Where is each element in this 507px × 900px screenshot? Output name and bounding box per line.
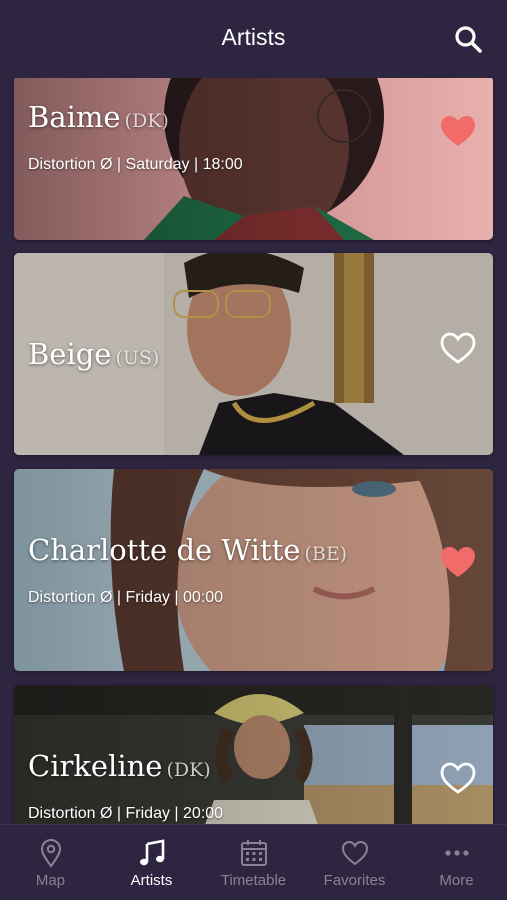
tab-label: Timetable	[220, 872, 287, 889]
artist-schedule: Distortion Ø | Friday | 00:00	[28, 589, 224, 606]
tab-label: Artists	[130, 872, 173, 889]
tab-label: Map	[35, 872, 66, 889]
tab-favorites[interactable]: Favorites	[304, 825, 405, 900]
page-title: Artists	[221, 24, 286, 50]
tab-timetable[interactable]: Timetable	[203, 825, 304, 900]
artist-country: (DK)	[166, 759, 211, 781]
artist-card-baime[interactable]: Baime (DK) Distortion Ø | Saturday | 18:0…	[14, 78, 493, 240]
tab-label: More	[439, 872, 474, 889]
artist-name: Beige (US)	[28, 337, 160, 371]
music-note-icon	[139, 839, 164, 866]
artist-country: (BE)	[304, 543, 348, 565]
artist-card-cirkeline[interactable]: Cirkeline (DK) Distortion Ø | Friday | 20…	[14, 685, 493, 824]
artist-card-beige[interactable]: Beige (US)	[14, 253, 493, 455]
artist-name: Cirkeline (DK)	[28, 749, 211, 783]
tab-map[interactable]: Map	[0, 825, 101, 900]
artist-card-charlotte-de-witte[interactable]: Charlotte de Witte (BE) Distortion Ø | Fr…	[14, 469, 493, 671]
heart-outline-icon[interactable]	[439, 331, 477, 365]
search-icon[interactable]	[453, 24, 483, 54]
artist-name: Charlotte de Witte (BE)	[28, 533, 348, 567]
heart-filled-icon[interactable]	[439, 114, 477, 148]
tab-label: Favorites	[323, 872, 386, 889]
artist-schedule: Distortion Ø | Saturday | 18:00	[28, 156, 243, 173]
heart-outline-icon[interactable]	[439, 761, 477, 795]
heart-filled-icon[interactable]	[439, 545, 477, 579]
map-pin-icon	[40, 839, 61, 868]
artist-country: (US)	[115, 347, 160, 369]
artist-list[interactable]: Baime (DK) Distortion Ø | Saturday | 18:0…	[0, 78, 507, 824]
tab-artists[interactable]: Artists	[101, 825, 202, 900]
calendar-icon	[240, 840, 267, 866]
more-dots-icon	[444, 850, 469, 856]
artist-name: Baime (DK)	[28, 100, 169, 134]
app-header: Artists	[0, 0, 507, 78]
bottom-tab-bar: Map Artists Timetable Favorites More	[0, 824, 507, 900]
card-shade	[14, 469, 493, 671]
heart-icon	[341, 840, 368, 866]
tab-more[interactable]: More	[406, 825, 507, 900]
artist-schedule: Distortion Ø | Friday | 20:00	[28, 805, 224, 822]
artist-country: (DK)	[124, 110, 169, 132]
